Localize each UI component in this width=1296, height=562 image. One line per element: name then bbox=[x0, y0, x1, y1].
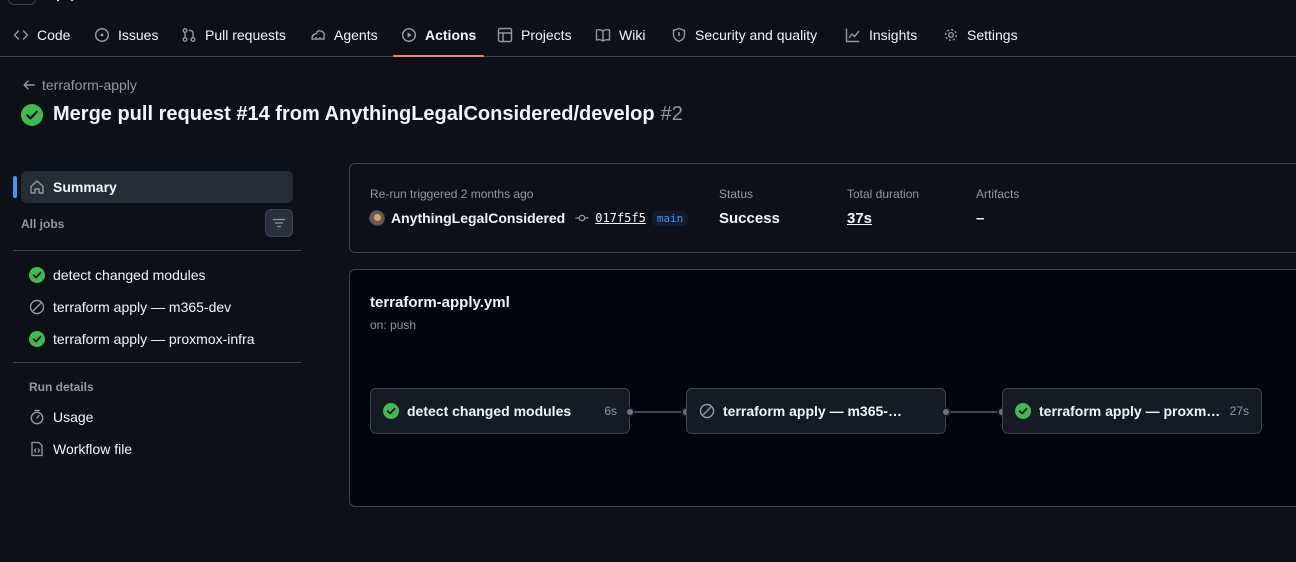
graph-job-proxmox[interactable]: terraform apply — proxmox-infra 27s bbox=[1002, 388, 1262, 434]
graph-edge bbox=[634, 411, 682, 413]
graph-job-label: terraform apply — proxmox-infra bbox=[1039, 403, 1221, 419]
tab-insights[interactable]: Insights bbox=[845, 14, 917, 56]
graph-job-detect[interactable]: detect changed modules 6s bbox=[370, 388, 630, 434]
graph-job-duration: 27s bbox=[1229, 404, 1249, 418]
tab-insights-label: Insights bbox=[869, 27, 918, 43]
tab-settings-label: Settings bbox=[967, 27, 1018, 43]
home-icon bbox=[29, 179, 45, 195]
check-circle-icon bbox=[1015, 403, 1031, 419]
graph-job-m365[interactable]: terraform apply — m365-dev bbox=[686, 388, 946, 434]
actor-link[interactable]: AnythingLegalConsidered bbox=[391, 210, 565, 226]
trigger-details: AnythingLegalConsidered 017f5f5 main bbox=[369, 210, 689, 226]
sidebar-job-detect[interactable]: detect changed modules bbox=[29, 267, 206, 283]
usage-label: Usage bbox=[53, 409, 94, 425]
logo-edge bbox=[48, 0, 78, 4]
tab-wiki[interactable]: Wiki bbox=[595, 14, 645, 56]
workflow-graph-card: terraform-apply.yml on: push detect chan… bbox=[349, 269, 1296, 507]
skipped-icon bbox=[29, 299, 45, 315]
tab-agents[interactable]: Agents bbox=[310, 14, 378, 56]
tab-wiki-label: Wiki bbox=[619, 27, 646, 43]
graph-job-label: detect changed modules bbox=[407, 403, 572, 419]
shield-icon bbox=[671, 27, 687, 43]
tab-pull-requests-label: Pull requests bbox=[205, 27, 286, 43]
tab-issues-label: Issues bbox=[118, 27, 159, 43]
filter-icon bbox=[272, 216, 286, 230]
sidebar-item-workflow-file[interactable]: Workflow file bbox=[29, 441, 132, 457]
menu-button-edge[interactable] bbox=[8, 0, 36, 5]
sidebar-item-summary-label: Summary bbox=[53, 179, 117, 195]
tab-actions-label: Actions bbox=[425, 27, 477, 43]
sidebar-job-label: terraform apply — m365-dev bbox=[53, 299, 232, 315]
stopwatch-icon bbox=[29, 409, 45, 425]
agent-icon bbox=[310, 27, 326, 43]
duration-label: Total duration bbox=[847, 187, 920, 201]
sidebar-job-label: terraform apply — proxmox-infra bbox=[53, 331, 255, 347]
artifacts-label: Artifacts bbox=[976, 187, 1020, 201]
pull-request-icon bbox=[181, 27, 197, 43]
check-circle-icon bbox=[29, 267, 45, 283]
check-circle-icon bbox=[21, 103, 43, 126]
status-label: Status bbox=[719, 187, 754, 201]
commit-icon bbox=[575, 211, 589, 225]
artifacts-value: – bbox=[976, 210, 985, 227]
back-link-label: terraform-apply bbox=[42, 77, 137, 93]
tab-projects[interactable]: Projects bbox=[497, 14, 572, 56]
workflow-file-label: Workflow file bbox=[53, 441, 133, 457]
file-code-icon bbox=[29, 441, 45, 457]
graph-job-label: terraform apply — m365-dev bbox=[723, 403, 905, 419]
tab-settings[interactable]: Settings bbox=[943, 14, 1018, 56]
issue-icon bbox=[94, 27, 110, 43]
book-icon bbox=[595, 27, 611, 43]
workflow-file-name: terraform-apply.yml bbox=[370, 294, 510, 311]
tab-actions[interactable]: Actions bbox=[392, 14, 485, 57]
all-jobs-heading: All jobs bbox=[21, 217, 65, 231]
sidebar-job-m365[interactable]: terraform apply — m365-dev bbox=[29, 299, 231, 315]
trigger-text: Re-run triggered 2 months ago bbox=[370, 187, 534, 201]
graph-icon bbox=[845, 27, 861, 43]
run-details-heading: Run details bbox=[29, 380, 94, 394]
sidebar-divider bbox=[13, 250, 301, 251]
sidebar-item-summary[interactable]: Summary bbox=[21, 171, 293, 203]
branch-badge[interactable]: main bbox=[651, 210, 689, 226]
check-circle-icon bbox=[383, 403, 399, 419]
code-icon bbox=[13, 27, 29, 43]
tab-code-label: Code bbox=[37, 27, 71, 43]
run-number: #2 bbox=[660, 103, 683, 125]
tab-security[interactable]: Security and quality bbox=[671, 14, 817, 56]
tab-projects-label: Projects bbox=[521, 27, 572, 43]
graph-job-duration: 6s bbox=[604, 404, 617, 418]
sidebar-job-proxmox[interactable]: terraform apply — proxmox-infra bbox=[29, 331, 255, 347]
repo-nav: Code Issues Pull requests Agents Actions… bbox=[0, 14, 1296, 57]
run-title: Merge pull request #14 from AnythingLega… bbox=[53, 103, 655, 125]
page-title: Merge pull request #14 from AnythingLega… bbox=[21, 103, 683, 126]
back-link[interactable]: terraform-apply bbox=[22, 77, 137, 93]
status-value: Success bbox=[719, 210, 780, 227]
play-icon bbox=[401, 27, 417, 43]
run-summary-card: Re-run triggered 2 months ago AnythingLe… bbox=[349, 163, 1296, 253]
filter-button[interactable] bbox=[265, 209, 293, 237]
top-header-edge bbox=[0, 0, 1296, 6]
gear-icon bbox=[943, 27, 959, 43]
commit-sha-link[interactable]: 017f5f5 bbox=[595, 211, 646, 225]
tab-agents-label: Agents bbox=[334, 27, 378, 43]
skipped-icon bbox=[699, 403, 715, 419]
sidebar-job-label: detect changed modules bbox=[53, 267, 206, 283]
duration-link[interactable]: 37s bbox=[847, 210, 872, 227]
arrow-left-icon bbox=[22, 78, 36, 92]
sidebar-item-usage[interactable]: Usage bbox=[29, 409, 93, 425]
tab-issues[interactable]: Issues bbox=[94, 14, 158, 56]
tab-pull-requests[interactable]: Pull requests bbox=[181, 14, 286, 56]
graph-edge bbox=[950, 411, 998, 413]
active-indicator bbox=[13, 176, 17, 198]
avatar[interactable] bbox=[369, 210, 385, 226]
check-circle-icon bbox=[29, 331, 45, 347]
sidebar-divider bbox=[13, 362, 301, 363]
workflow-trigger: on: push bbox=[370, 318, 417, 332]
tab-code[interactable]: Code bbox=[13, 14, 70, 56]
tab-security-label: Security and quality bbox=[695, 27, 818, 43]
table-icon bbox=[497, 27, 513, 43]
